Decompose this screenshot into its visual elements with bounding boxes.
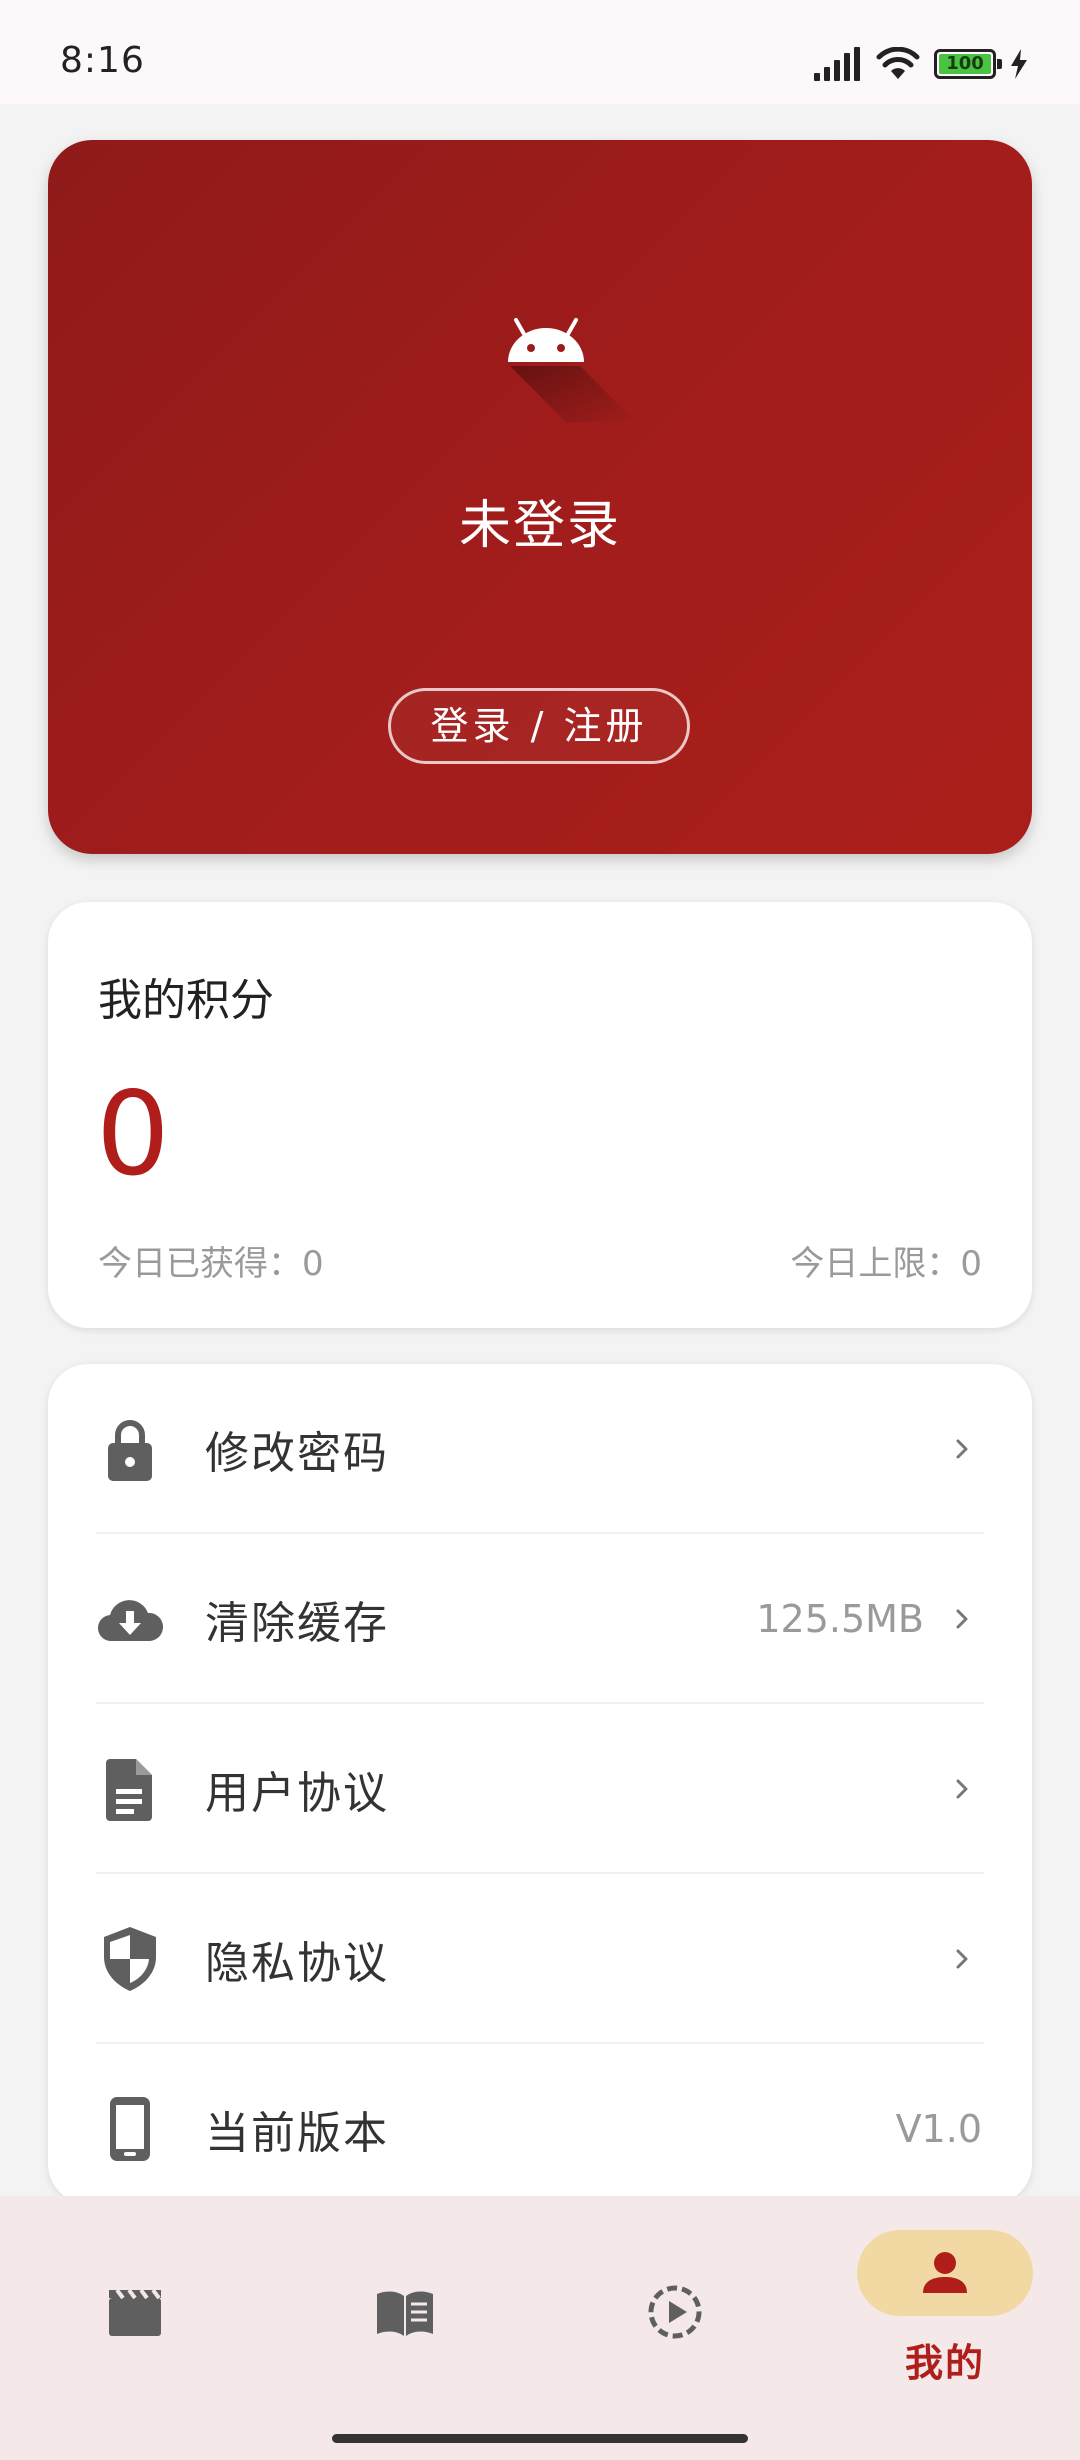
menu-item-change-password[interactable]: 修改密码 xyxy=(48,1364,1032,1534)
points-today-limit: 今日上限：0 xyxy=(790,1244,982,1284)
shield-icon xyxy=(104,1927,156,1991)
signal-icon xyxy=(814,47,860,81)
menu-item-privacy-policy[interactable]: 隐私协议 xyxy=(48,1874,1032,2044)
menu-item-current-version[interactable]: 当前版本 V1.0 xyxy=(48,2044,1032,2204)
battery-icon: 100 xyxy=(934,49,1002,79)
nav-tab-books[interactable] xyxy=(270,2196,540,2396)
cache-size: 125.5MB xyxy=(756,1597,924,1641)
nav-tab-movies[interactable] xyxy=(0,2196,270,2396)
phone-icon xyxy=(110,2097,150,2161)
points-title: 我的积分 xyxy=(98,975,274,1026)
home-indicator[interactable] xyxy=(332,2434,748,2443)
menu-label: 清除缓存 xyxy=(205,1598,389,1649)
cloud-download-icon xyxy=(97,1600,164,1642)
android-icon xyxy=(486,300,646,430)
bottom-navigation: 我的 xyxy=(0,2196,1080,2460)
status-icons: 100 xyxy=(814,44,1028,84)
points-today-earned: 今日已获得：0 xyxy=(98,1244,324,1284)
book-icon xyxy=(377,2291,433,2336)
nav-selected-indicator xyxy=(857,2230,1033,2316)
clapperboard-icon xyxy=(109,2288,161,2336)
charging-icon xyxy=(1011,49,1027,79)
menu-label: 当前版本 xyxy=(205,2108,389,2159)
chevron-right-icon xyxy=(956,1609,968,1629)
chevron-right-icon xyxy=(956,1439,968,1459)
login-status: 未登录 xyxy=(458,496,621,556)
status-time: 8:16 xyxy=(60,40,145,81)
status-bar: 8:16 100 xyxy=(0,0,1080,104)
app-version: V1.0 xyxy=(895,2107,982,2151)
menu-label: 修改密码 xyxy=(205,1428,389,1479)
settings-menu: 修改密码 清除缓存 125.5MB 用户协议 隐私协议 当前版本 V1.0 xyxy=(48,1364,1032,2204)
menu-label: 隐私协议 xyxy=(205,1938,389,1989)
lock-icon xyxy=(108,1420,152,1481)
document-icon xyxy=(106,1759,152,1821)
nav-label-profile: 我的 xyxy=(904,2341,985,2385)
chevron-right-icon xyxy=(956,1779,968,1799)
login-register-button[interactable]: 登录 / 注册 xyxy=(388,688,690,764)
profile-card: 未登录 登录 / 注册 xyxy=(48,140,1032,854)
menu-label: 用户协议 xyxy=(205,1768,389,1819)
person-icon xyxy=(923,2252,967,2293)
play-circle-icon xyxy=(648,2285,702,2339)
points-card: 我的积分 0 今日已获得：0 今日上限：0 xyxy=(48,902,1032,1328)
nav-tab-videos[interactable] xyxy=(540,2196,810,2396)
menu-item-user-agreement[interactable]: 用户协议 xyxy=(48,1704,1032,1874)
wifi-icon xyxy=(876,47,920,79)
chevron-right-icon xyxy=(956,1949,968,1969)
battery-level: 100 xyxy=(946,53,984,74)
points-value: 0 xyxy=(96,1067,170,1202)
battery-cap xyxy=(997,59,1002,69)
menu-item-clear-cache[interactable]: 清除缓存 125.5MB xyxy=(48,1534,1032,1704)
nav-tab-profile[interactable]: 我的 xyxy=(810,2196,1080,2396)
